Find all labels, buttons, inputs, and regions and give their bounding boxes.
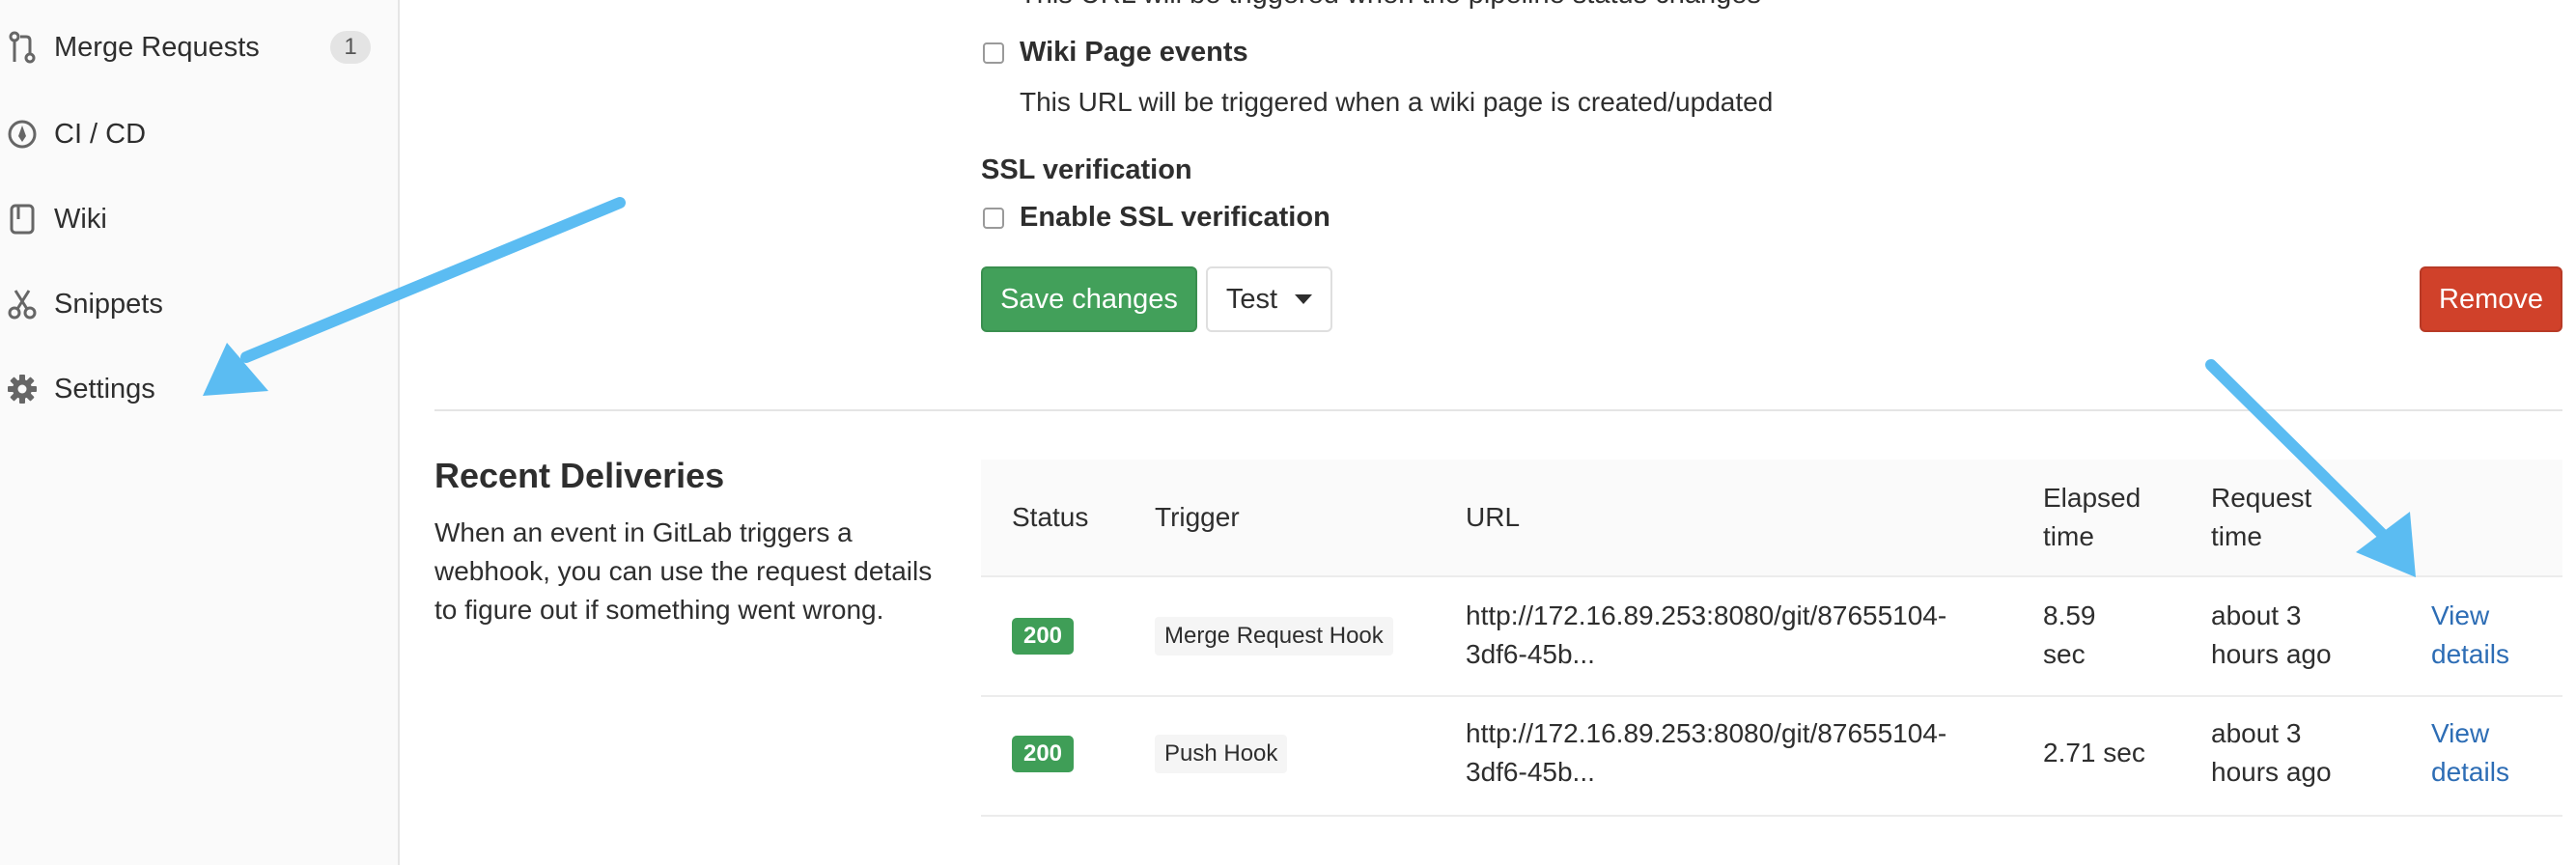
annotation-arrow-view-details [2205,359,2416,577]
annotation-arrow-settings [203,197,626,396]
annotation-arrows [203,197,2416,577]
